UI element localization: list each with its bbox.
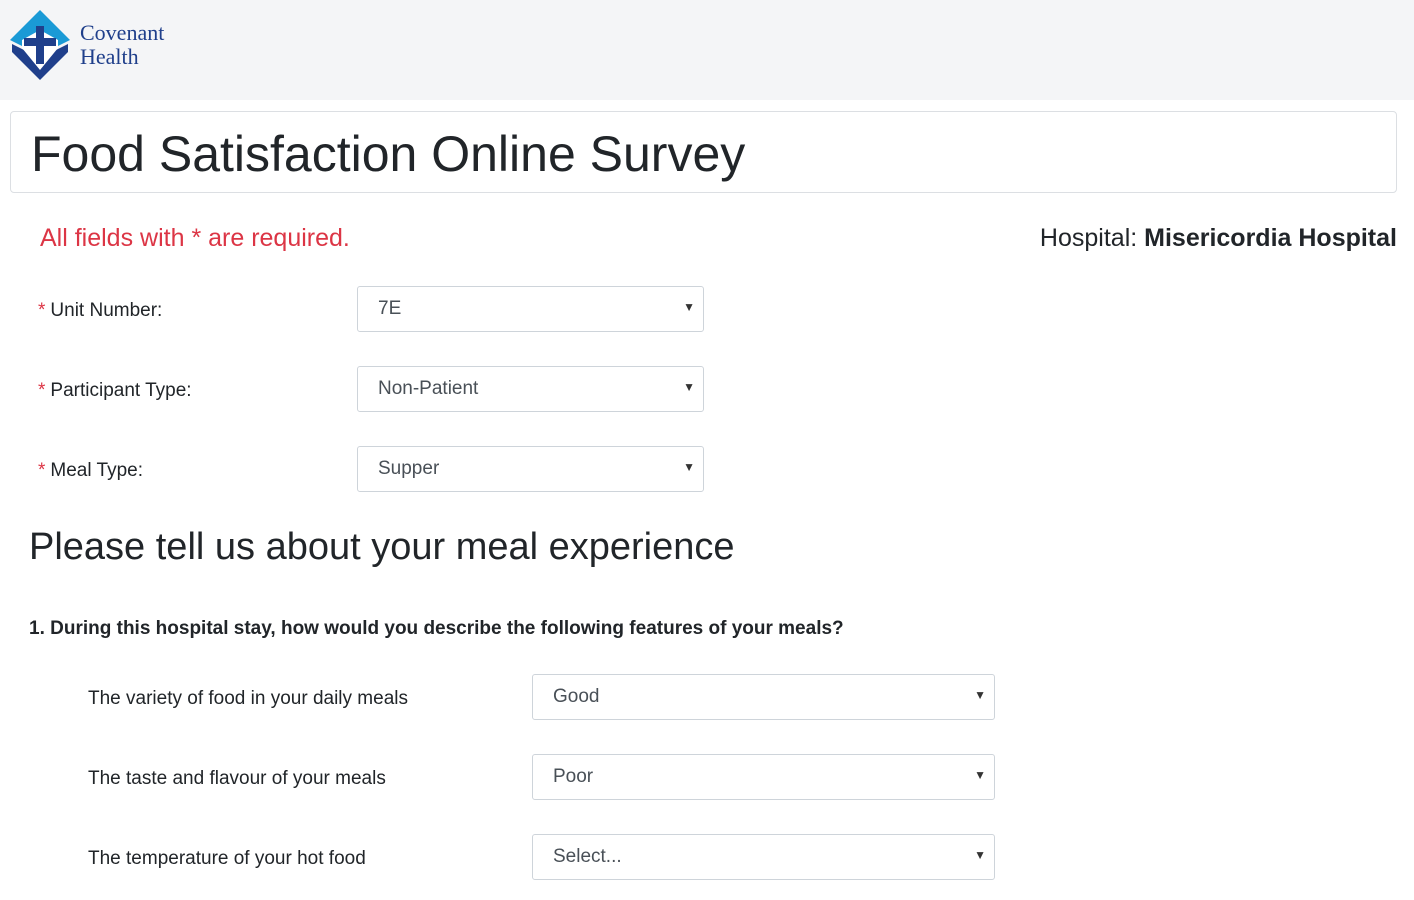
title-card: Food Satisfaction Online Survey [10, 111, 1397, 193]
meal-type-label-text: Meal Type: [50, 460, 143, 481]
top-header: Covenant Health [0, 0, 1414, 100]
meal-type-value: Supper [378, 458, 440, 479]
logo-text: Covenant Health [80, 21, 164, 69]
feature-temperature-select[interactable]: Select... ▼ [532, 834, 995, 880]
logo-line-2: Health [80, 44, 139, 69]
required-marker: * [38, 460, 46, 481]
page-title: Food Satisfaction Online Survey [31, 126, 746, 182]
feature-temperature-value: Select... [553, 846, 622, 867]
meal-type-select[interactable]: Supper ▼ [357, 446, 704, 492]
caret-down-icon: ▼ [683, 300, 695, 314]
required-fields-note: All fields with * are required. [40, 224, 350, 252]
feature-taste-value: Poor [553, 766, 594, 787]
meal-type-label: * Meal Type: [38, 460, 143, 482]
unit-number-label: * Unit Number: [38, 300, 162, 322]
logo-line-1: Covenant [80, 20, 165, 45]
covenant-health-logo[interactable]: Covenant Health [8, 8, 164, 82]
hospital-name: Misericordia Hospital [1144, 224, 1397, 252]
caret-down-icon: ▼ [974, 688, 986, 702]
question-1: 1. During this hospital stay, how would … [29, 618, 844, 639]
required-marker: * [38, 380, 46, 401]
unit-number-value: 7E [378, 298, 402, 319]
participant-type-label: * Participant Type: [38, 380, 192, 402]
covenant-cross-icon [10, 10, 70, 80]
section-heading: Please tell us about your meal experienc… [29, 526, 735, 568]
caret-down-icon: ▼ [683, 460, 695, 474]
feature-taste-label: The taste and flavour of your meals [88, 768, 386, 789]
required-marker: * [38, 300, 46, 321]
hospital-info: Hospital: Misericordia Hospital [1040, 224, 1397, 253]
feature-variety-label: The variety of food in your daily meals [88, 688, 408, 709]
caret-down-icon: ▼ [974, 768, 986, 782]
unit-number-select[interactable]: 7E ▼ [357, 286, 704, 332]
hospital-label: Hospital: [1039, 224, 1138, 252]
feature-temperature-label: The temperature of your hot food [88, 848, 366, 869]
participant-type-select[interactable]: Non-Patient ▼ [357, 366, 704, 412]
feature-variety-select[interactable]: Good ▼ [532, 674, 995, 720]
feature-variety-value: Good [553, 686, 600, 707]
participant-type-value: Non-Patient [378, 378, 479, 399]
caret-down-icon: ▼ [974, 848, 986, 862]
unit-number-label-text: Unit Number: [50, 300, 163, 321]
caret-down-icon: ▼ [683, 380, 695, 394]
feature-taste-select[interactable]: Poor ▼ [532, 754, 995, 800]
participant-type-label-text: Participant Type: [50, 380, 192, 401]
